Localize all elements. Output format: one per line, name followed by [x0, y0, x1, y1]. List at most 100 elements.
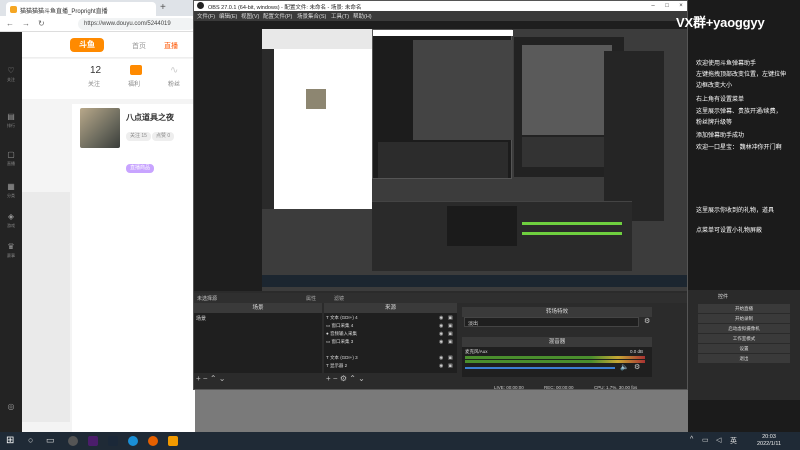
live-icon[interactable]: ▢: [5, 150, 17, 160]
up-icon[interactable]: ⌃: [210, 374, 217, 383]
douyu-app-icon[interactable]: [168, 436, 178, 446]
down-icon[interactable]: ⌄: [358, 374, 365, 383]
obs-preview[interactable]: [194, 21, 687, 291]
ime-icon[interactable]: 英: [730, 436, 737, 446]
douyu-logo[interactable]: 斗鱼: [70, 38, 104, 52]
headset-icon[interactable]: ◎: [5, 402, 17, 412]
eye-icon[interactable]: ◉: [439, 355, 443, 361]
lock-icon[interactable]: ▣: [448, 323, 453, 329]
remove-icon[interactable]: −: [203, 374, 208, 383]
browser-tab-strip: 猫猫猫猫斗鱼直播_Propright直播 +: [0, 0, 195, 16]
stat-label: 粉丝: [168, 82, 181, 88]
close-icon[interactable]: ×: [674, 1, 687, 11]
eye-icon[interactable]: ◉: [439, 315, 443, 321]
lock-icon[interactable]: ▣: [448, 315, 453, 321]
douyu-sidebar: ♡ 关注 ▤ 排行 ▢ 直播 ▦ 分类 ◈ 游戏 ♛ 赛事 ◎: [0, 32, 22, 432]
eye-icon[interactable]: ◉: [439, 339, 443, 345]
rank-icon[interactable]: ▤: [5, 112, 17, 122]
start-streaming-button[interactable]: 开始直播: [698, 304, 790, 313]
start-recording-button[interactable]: 开始录制: [698, 314, 790, 323]
new-tab-button[interactable]: +: [160, 2, 166, 13]
source-row[interactable]: T 显示器 2 ◉ ▣: [326, 363, 454, 370]
premiere-app-icon[interactable]: [88, 436, 98, 446]
task-view-icon[interactable]: ▭: [46, 435, 55, 446]
transition-select[interactable]: 淡出: [464, 317, 639, 327]
forward-button[interactable]: →: [22, 19, 30, 28]
gift-icon[interactable]: [130, 65, 142, 75]
obs-status-bar: LIVE: 00:00:00 REC: 00:00:00 CPU: 1.7%, …: [194, 385, 687, 389]
add-icon[interactable]: +: [196, 374, 201, 383]
volume-slider[interactable]: [465, 367, 615, 369]
wave-icon[interactable]: ∿: [170, 65, 178, 76]
gear-icon[interactable]: ⚙: [634, 363, 640, 371]
obs-app-icon[interactable]: [68, 436, 78, 446]
up-icon[interactable]: ⌃: [349, 374, 356, 383]
speaker-icon[interactable]: ◁: [716, 436, 721, 444]
eye-icon[interactable]: ◉: [439, 323, 443, 329]
steam-app-icon[interactable]: [108, 436, 118, 446]
follow-pill[interactable]: 关注 15: [126, 132, 151, 141]
menu-file[interactable]: 文件(F): [197, 12, 215, 20]
source-row[interactable]: ▭ 窗口采集 3 ◉ ▣: [326, 339, 454, 346]
down-icon[interactable]: ⌄: [219, 374, 226, 383]
trophy-icon[interactable]: ♛: [5, 242, 17, 252]
lock-icon[interactable]: ▣: [448, 331, 453, 337]
category-icon[interactable]: ▦: [5, 182, 17, 192]
gear-icon[interactable]: ⚙: [644, 317, 650, 325]
shop-pill[interactable]: 直播商品: [126, 164, 155, 173]
obs-logo-icon: [197, 2, 204, 9]
menu-help[interactable]: 帮助(H): [353, 12, 372, 20]
add-icon[interactable]: +: [326, 374, 331, 383]
scene-item[interactable]: 场景: [196, 315, 206, 322]
remove-icon[interactable]: −: [333, 374, 338, 383]
tray-chevron-icon[interactable]: ^: [690, 436, 693, 443]
minimize-icon[interactable]: –: [646, 1, 660, 11]
nav-home[interactable]: 首页: [132, 41, 146, 51]
lock-icon[interactable]: ▣: [448, 363, 453, 369]
menu-tools[interactable]: 工具(T): [331, 12, 349, 20]
nav-live[interactable]: 直播: [164, 41, 178, 51]
eye-icon[interactable]: ◉: [439, 363, 443, 369]
taskbar-clock[interactable]: 20:03 2022/1/11: [744, 434, 794, 448]
settings-button[interactable]: 设置: [698, 344, 790, 353]
menu-view[interactable]: 视图(V): [241, 12, 259, 20]
lock-icon[interactable]: ▣: [448, 355, 453, 361]
firefox-app-icon[interactable]: [148, 436, 158, 446]
studio-mode-button[interactable]: 工作室模式: [698, 334, 790, 343]
nested-taskbar: [262, 275, 687, 287]
source-row[interactable]: ▭ 窗口采集 4 ◉ ▣: [326, 323, 454, 330]
danmaku-line: 粉丝牌升级等: [696, 120, 733, 126]
exit-button[interactable]: 退出: [698, 354, 790, 363]
browser-tab[interactable]: 猫猫猫猫斗鱼直播_Propright直播: [6, 2, 156, 16]
game-icon[interactable]: ◈: [5, 212, 17, 222]
gear-icon[interactable]: ⚙: [340, 374, 347, 383]
lock-icon[interactable]: ▣: [448, 339, 453, 345]
source-row[interactable]: ● 音频输入采集 ◉ ▣: [326, 331, 454, 338]
source-row[interactable]: T 文本 (GDI+) 3 ◉ ▣: [326, 355, 454, 362]
maximize-icon[interactable]: □: [660, 1, 674, 11]
windows-start-icon[interactable]: ⊞: [6, 435, 14, 447]
scenes-list[interactable]: 场景: [194, 313, 322, 373]
speaker-icon[interactable]: 🔈: [620, 363, 629, 371]
sources-list[interactable]: T 文本 (GDI+) 4 ◉ ▣ ▭ 窗口采集 4 ◉ ▣ ● 音频输入采集 ◉ ▣ ▭ …: [324, 313, 457, 373]
filters-button[interactable]: 滤镜: [334, 295, 344, 302]
url-input[interactable]: https://www.douyu.com/5244019: [78, 18, 195, 30]
douyu-main: 斗鱼 首页 直播 12 关注 福利 ∿ 粉丝 八点道具之夜 关注 15 点赞 0…: [22, 32, 195, 432]
like-pill[interactable]: 点赞 0: [152, 132, 175, 141]
refresh-button[interactable]: ↻: [38, 19, 45, 28]
source-row[interactable]: T 文本 (GDI+) 4 ◉ ▣: [326, 315, 454, 322]
eye-icon[interactable]: ◉: [439, 331, 443, 337]
menu-edit[interactable]: 编辑(E): [219, 12, 237, 20]
menu-profile[interactable]: 配置文件(P): [263, 12, 292, 20]
network-icon[interactable]: ▭: [702, 436, 709, 444]
back-button[interactable]: ←: [6, 19, 14, 28]
menu-scene-collection[interactable]: 场景集合(S): [297, 12, 326, 20]
properties-button[interactable]: 属性: [306, 295, 316, 302]
virtual-camera-button[interactable]: 启动虚拟摄像机: [698, 324, 790, 333]
stream-thumbnail[interactable]: [80, 108, 120, 148]
stream-card[interactable]: 八点道具之夜 关注 15 点赞 0 直播商品: [72, 104, 195, 184]
search-icon[interactable]: ○: [28, 435, 33, 445]
heart-icon[interactable]: ♡: [5, 66, 17, 76]
edge-app-icon[interactable]: [128, 436, 138, 446]
sidebar-label: 直播: [7, 161, 15, 166]
